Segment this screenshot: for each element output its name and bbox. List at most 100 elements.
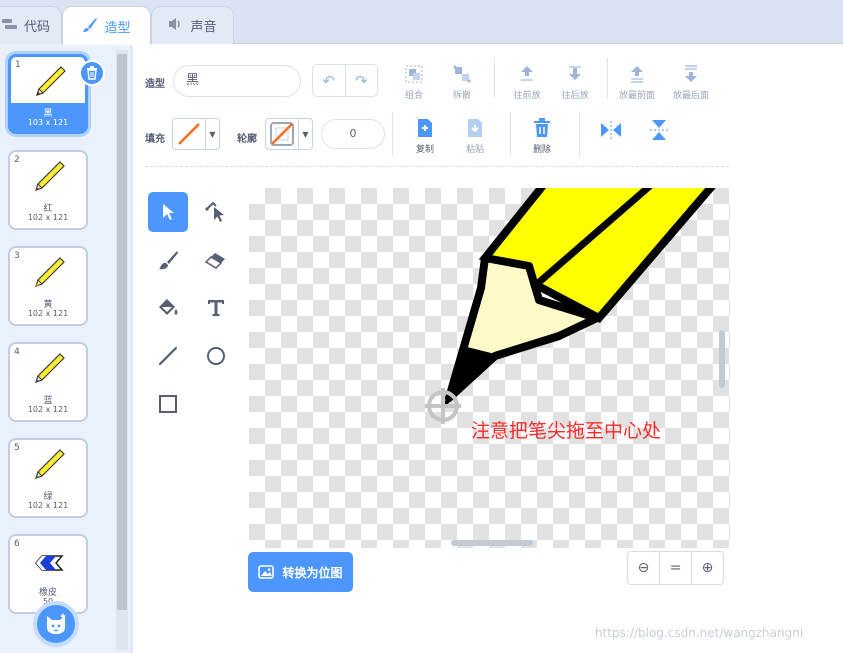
flip-vertical-icon xyxy=(637,120,681,140)
drawing-canvas[interactable] xyxy=(249,188,730,548)
app-window: 代码 造型 声音 1 黑 103 x 121 2 红 102 x 121 3 黄… xyxy=(0,0,843,653)
flip-horizontal-icon xyxy=(589,120,633,140)
choose-costume-button[interactable] xyxy=(33,601,79,647)
pencil-icon xyxy=(35,161,65,191)
speaker-icon xyxy=(168,17,184,34)
eraser-icon xyxy=(35,555,64,571)
divider xyxy=(510,112,511,156)
ungroup-button[interactable]: 拆散 xyxy=(440,64,484,101)
fill-label: 填充 xyxy=(145,134,165,145)
paint-editor: 造型 黑 ↶ ↷ 组合 拆散 往前放 往后放 放最前面 放最后面 填充 ▼ 轮廓… xyxy=(133,44,843,653)
redo-button[interactable]: ↷ xyxy=(344,65,378,96)
group-button[interactable]: 组合 xyxy=(392,64,436,101)
outline-color-picker[interactable]: ▼ xyxy=(265,118,313,150)
canvas-vertical-scrollbar[interactable] xyxy=(719,330,725,388)
costume-item-2[interactable]: 2 红 102 x 121 xyxy=(8,150,88,230)
paste-icon xyxy=(453,118,497,138)
redo-icon: ↷ xyxy=(354,71,368,90)
costume-item-4[interactable]: 4 蓝 102 x 121 xyxy=(8,342,88,422)
pencil-icon xyxy=(35,353,65,383)
convert-to-bitmap-button[interactable]: 转换为位图 xyxy=(248,552,353,592)
outline-width-input[interactable]: 0 xyxy=(321,119,385,149)
cat-face-icon xyxy=(47,613,66,634)
pencil-icon xyxy=(35,449,65,479)
costume-number: 5 xyxy=(14,443,20,453)
tab-label: 声音 xyxy=(190,20,217,35)
pencil-icon xyxy=(35,257,65,287)
backward-button[interactable]: 往后放 xyxy=(553,64,597,101)
tab-code[interactable]: 代码 xyxy=(0,6,62,44)
send-to-back-button[interactable]: 放最后面 xyxy=(669,64,713,101)
trash-icon xyxy=(87,66,97,80)
costume-size: 103 x 121 xyxy=(27,118,69,127)
pencil-icon xyxy=(36,66,66,96)
tab-bar: 代码 造型 声音 xyxy=(0,0,843,45)
paste-button[interactable]: 粘贴 xyxy=(453,118,497,155)
copy-icon xyxy=(403,118,447,138)
canvas-horizontal-scrollbar[interactable] xyxy=(451,540,533,546)
text-t-icon xyxy=(208,300,224,316)
divider xyxy=(607,58,608,98)
sidebar-scrollbar-thumb[interactable] xyxy=(117,54,127,610)
costume-name-label: 造型 xyxy=(145,79,165,90)
undo-redo-group: ↶ ↷ xyxy=(312,64,378,97)
brush-tool[interactable] xyxy=(148,240,188,280)
copy-label: 复制 xyxy=(415,145,434,155)
delete-button[interactable]: 删除 xyxy=(520,118,564,155)
costume-number: 2 xyxy=(14,155,20,165)
fill-tool[interactable] xyxy=(148,288,188,328)
costume-name-input[interactable]: 黑 xyxy=(173,65,301,97)
forward-label: 往前放 xyxy=(513,91,541,101)
costume-item-1[interactable]: 1 黑 103 x 121 xyxy=(8,54,105,134)
zoom-reset-button[interactable]: = xyxy=(659,552,691,584)
fill-color-picker[interactable]: ▼ xyxy=(172,118,220,150)
arrow-top-icon xyxy=(615,64,659,84)
text-tool[interactable] xyxy=(196,288,236,328)
eraser-tool[interactable] xyxy=(196,240,236,280)
select-tool[interactable] xyxy=(148,192,188,232)
convert-label: 转换为位图 xyxy=(282,565,343,580)
pencil-drawing xyxy=(442,188,716,409)
paintbrush-icon xyxy=(82,17,98,36)
zoom-out-button[interactable]: ⊖ xyxy=(628,552,659,584)
costume-item-3[interactable]: 3 黄 102 x 121 xyxy=(8,246,88,326)
watermark: https://blog.csdn.net/wangzhangni xyxy=(595,626,804,640)
line-tool[interactable] xyxy=(148,336,188,376)
costume-number: 4 xyxy=(14,347,20,357)
zoom-in-button[interactable]: ⊕ xyxy=(691,552,723,584)
costume-item-5[interactable]: 5 绿 102 x 121 xyxy=(8,438,88,518)
backward-label: 往后放 xyxy=(561,91,589,101)
reshape-tool[interactable] xyxy=(196,192,236,232)
ungroup-label: 拆散 xyxy=(452,91,471,101)
arrow-down-icon xyxy=(553,64,597,84)
costume-number: 3 xyxy=(14,251,20,261)
bring-to-front-button[interactable]: 放最前面 xyxy=(615,64,659,101)
copy-button[interactable]: 复制 xyxy=(403,118,447,155)
circle-tool[interactable] xyxy=(196,336,236,376)
flip-horizontal-button[interactable] xyxy=(589,120,633,144)
delete-costume-button[interactable] xyxy=(79,60,105,86)
costume-size: 102 x 121 xyxy=(27,213,69,222)
circle-icon xyxy=(207,347,225,365)
front-label: 放最前面 xyxy=(618,91,655,101)
eraser-icon xyxy=(204,253,225,269)
back-label: 放最后面 xyxy=(672,91,709,101)
reshape-icon xyxy=(205,201,224,222)
no-fill-swatch xyxy=(173,119,205,149)
delete-label: 删除 xyxy=(532,145,551,155)
rectangle-tool[interactable] xyxy=(148,384,188,424)
undo-button[interactable]: ↶ xyxy=(313,65,345,96)
outline-label: 轮廓 xyxy=(237,134,257,145)
costume-size: 102 x 121 xyxy=(27,501,69,510)
equals-icon: = xyxy=(669,560,682,576)
tab-costumes[interactable]: 造型 xyxy=(62,6,151,45)
zoom-in-icon: ⊕ xyxy=(701,560,714,576)
square-icon xyxy=(159,395,177,413)
zoom-controls: ⊖ = ⊕ xyxy=(627,551,724,585)
brush-icon xyxy=(159,251,178,270)
flip-vertical-button[interactable] xyxy=(637,120,681,144)
forward-button[interactable]: 往前放 xyxy=(505,64,549,101)
center-crosshair-icon xyxy=(425,388,461,424)
zoom-out-icon: ⊖ xyxy=(637,560,650,576)
tab-sounds[interactable]: 声音 xyxy=(151,6,234,44)
